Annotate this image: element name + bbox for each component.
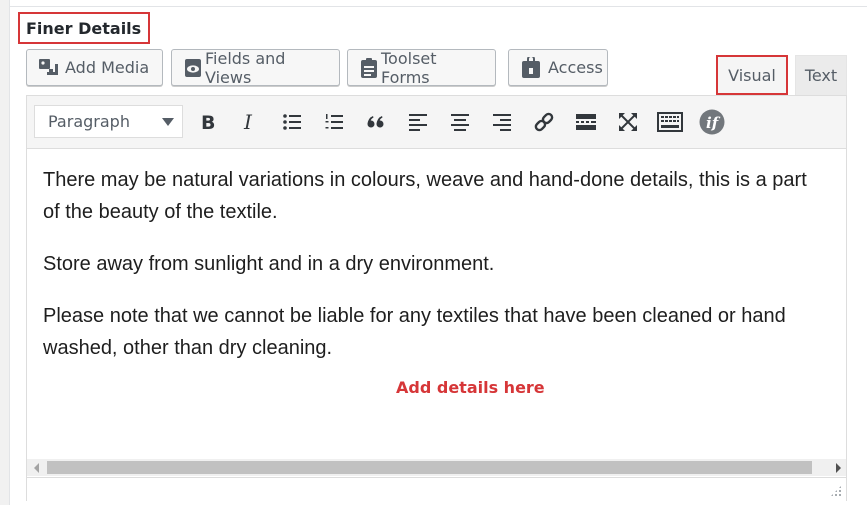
editor-toolbar: Paragraph B I if: [27, 96, 846, 149]
content-line: Please note that we cannot be liable for…: [43, 305, 786, 327]
content-line: of the beauty of the textile.: [43, 201, 278, 223]
keyboard-icon: [657, 112, 683, 132]
blockquote-icon: [367, 116, 384, 128]
content-paragraph: Please note that we cannot be liable for…: [43, 300, 838, 364]
read-more-icon: [576, 114, 596, 130]
conditional-if-icon: if: [699, 109, 725, 135]
content-paragraph: Store away from sunlight and in a dry en…: [43, 253, 495, 275]
page-top-divider: [10, 0, 867, 7]
bulleted-list-button[interactable]: [278, 108, 306, 136]
bold-button[interactable]: B: [194, 108, 222, 136]
content-line: washed, other than dry cleaning.: [43, 337, 333, 359]
content-line: There may be natural variations in colou…: [43, 169, 807, 191]
editor-statusbar: [27, 477, 846, 501]
italic-icon: I: [243, 112, 253, 132]
chevron-down-icon: [162, 118, 174, 126]
annotation-label: Add details here: [396, 378, 545, 397]
bulleted-list-icon: [283, 114, 301, 130]
read-more-button[interactable]: [572, 108, 600, 136]
fullscreen-button[interactable]: [614, 108, 642, 136]
svg-text:B: B: [201, 112, 215, 132]
add-media-button[interactable]: Add Media: [26, 49, 163, 86]
toolset-forms-button[interactable]: Toolset Forms: [347, 48, 496, 87]
horizontal-scrollbar[interactable]: [27, 459, 846, 476]
numbered-list-icon: [325, 114, 343, 129]
conditional-output-button[interactable]: if: [698, 108, 726, 136]
fields-and-views-button[interactable]: Fields and Views: [171, 48, 340, 87]
scroll-left-icon[interactable]: [34, 463, 39, 473]
toolbar-toggle-button[interactable]: [656, 108, 684, 136]
editor: Paragraph B I if There may be natural va…: [26, 95, 847, 501]
tab-visual[interactable]: Visual: [716, 55, 788, 95]
align-center-button[interactable]: [446, 108, 474, 136]
access-button[interactable]: Access: [508, 49, 608, 86]
add-media-label: Add Media: [65, 58, 150, 77]
italic-button[interactable]: I: [236, 108, 264, 136]
content-paragraph: There may be natural variations in colou…: [43, 164, 838, 228]
fields-and-views-label: Fields and Views: [205, 48, 286, 87]
format-select-value: Paragraph: [48, 112, 130, 131]
scrollbar-thumb[interactable]: [47, 461, 812, 474]
scroll-right-icon[interactable]: [836, 463, 841, 473]
svg-text:I: I: [243, 112, 253, 132]
access-label: Access: [548, 58, 603, 77]
fullscreen-icon: [619, 113, 637, 131]
bold-icon: B: [201, 112, 215, 132]
align-right-icon: [493, 114, 511, 131]
blockquote-button[interactable]: [362, 108, 390, 136]
numbered-list-button[interactable]: [320, 108, 348, 136]
eye-icon: [185, 58, 201, 77]
add-media-icon: [39, 58, 58, 75]
insert-link-button[interactable]: [530, 108, 558, 136]
tab-text[interactable]: Text: [795, 55, 847, 95]
align-left-button[interactable]: [404, 108, 432, 136]
resize-handle-icon[interactable]: [830, 485, 842, 497]
lock-icon: [522, 56, 540, 78]
toolset-forms-label: Toolset Forms: [381, 48, 437, 87]
forms-icon: [361, 57, 377, 78]
format-select[interactable]: Paragraph: [34, 105, 183, 138]
page-left-margin: [0, 0, 10, 505]
metabox-title: Finer Details: [18, 12, 150, 44]
align-right-button[interactable]: [488, 108, 516, 136]
link-icon: [534, 112, 554, 132]
align-center-icon: [451, 114, 469, 131]
align-left-icon: [409, 114, 427, 131]
editor-content[interactable]: There may be natural variations in colou…: [43, 164, 838, 364]
